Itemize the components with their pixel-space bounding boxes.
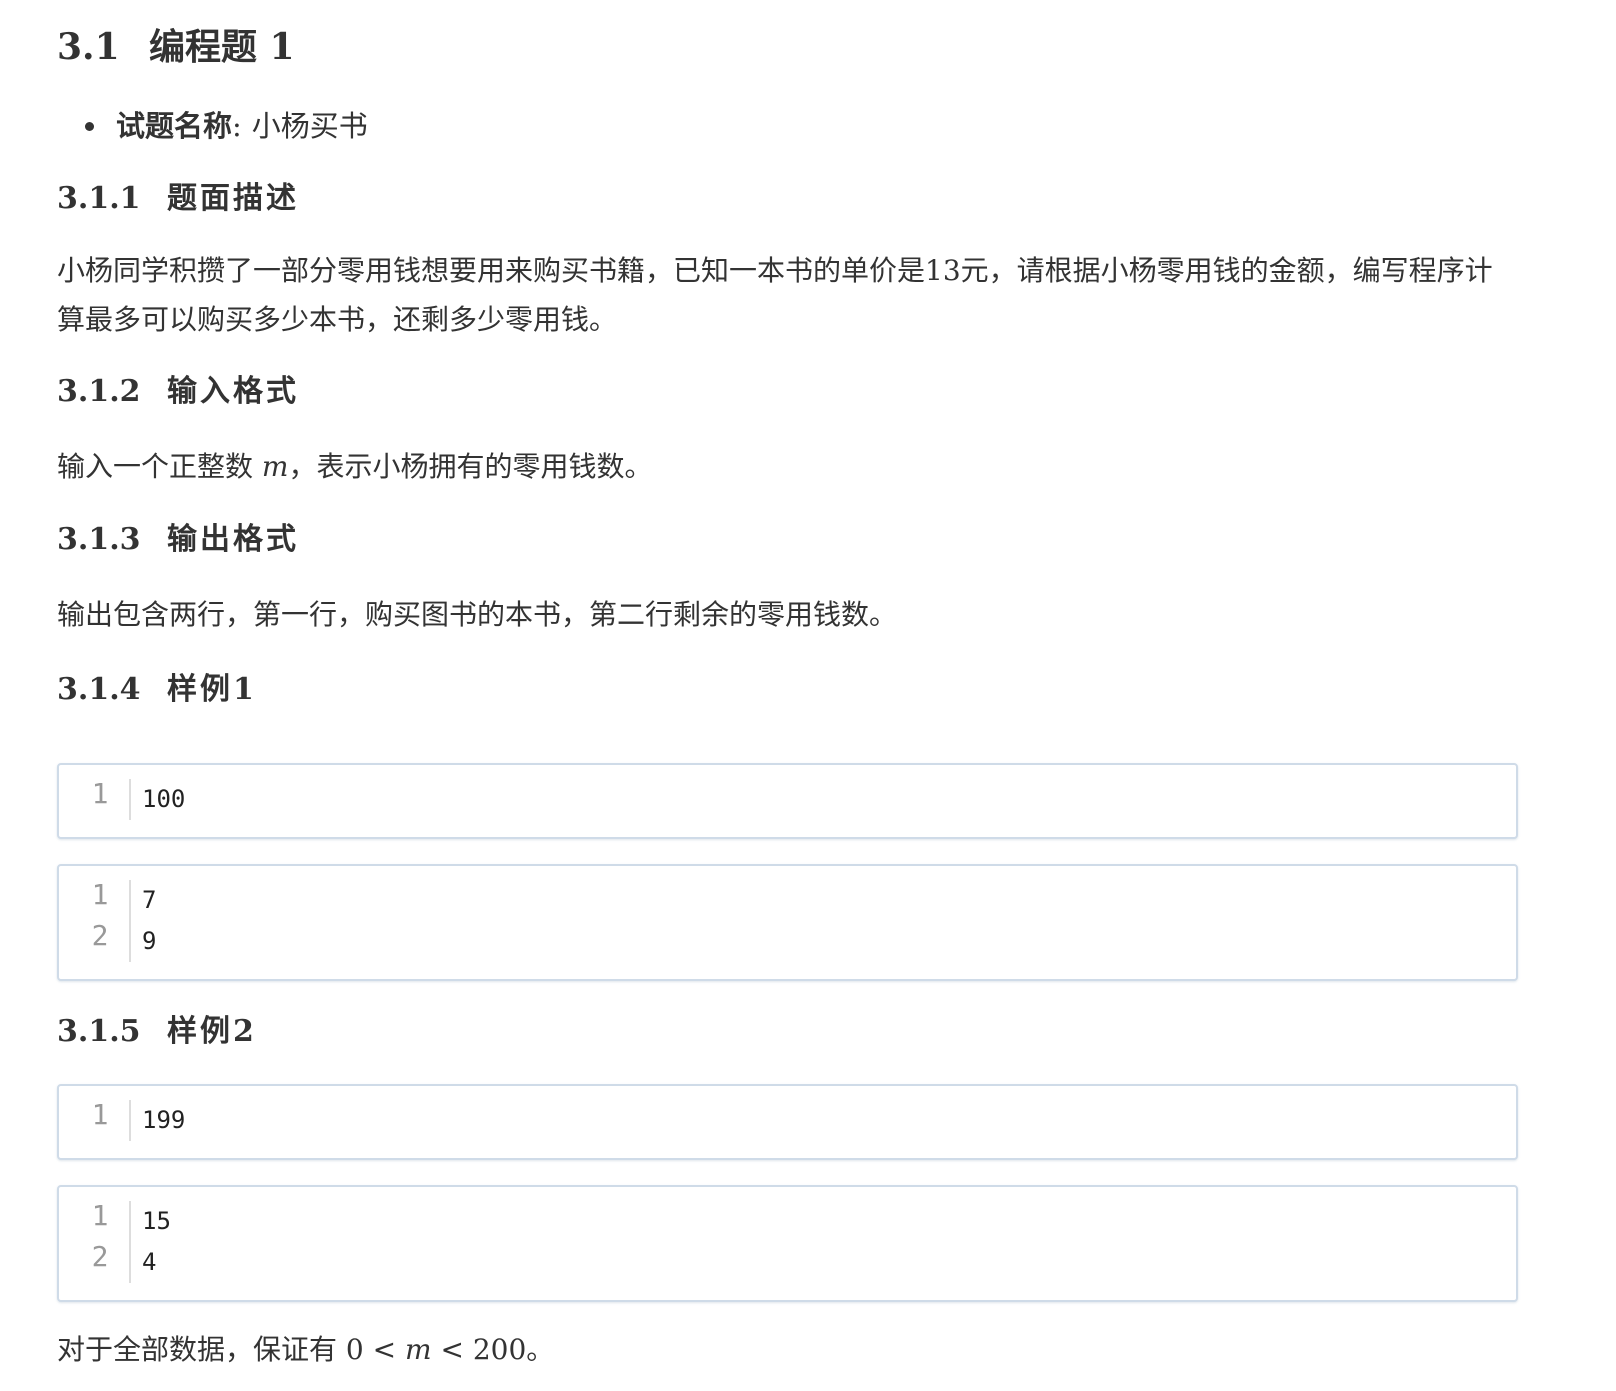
subsection-number: 3.1.2 [57,374,141,409]
code-line: 100 [142,785,186,813]
subsection-number: 3.1.4 [57,672,141,707]
subsection-number: 3.1.3 [57,522,141,557]
code-line: 4 [142,1248,157,1276]
input-paragraph: 输入一个正整数 m，表示小杨拥有的零用钱数。 [57,442,1517,491]
line-number: 1 [91,777,109,810]
math-less-than: < [363,1333,405,1366]
subsection-heading-input: 3.1.2 输入格式 [57,372,299,412]
line-number-gutter: 1 2 [79,878,131,962]
subsection-number: 3.1.5 [57,1014,141,1049]
code-lines: 100 [142,779,185,820]
subsection-heading-sample1: 3.1.4 样例1 [57,670,257,710]
line-number-gutter: 1 [79,777,131,820]
math-variable-m: m [405,1333,432,1366]
code-line: 15 [142,1207,171,1235]
constraint-paragraph: 对于全部数据，保证有 0 < m < 200。 [57,1325,1517,1374]
section-number: 3.1 [57,26,120,68]
math-less-than: < [431,1333,473,1366]
line-number: 1 [91,1199,109,1232]
subsection-heading-output: 3.1.3 输出格式 [57,520,299,560]
code-lines: 199 [142,1100,185,1141]
code-block-sample1-input[interactable]: 1 100 [57,763,1518,839]
subsection-title: 输出格式 [167,522,299,557]
bullet-icon [85,121,94,131]
line-number: 1 [91,1098,109,1131]
subsection-heading-description: 3.1.1 题面描述 [57,179,299,219]
constraint-text-before: 对于全部数据，保证有 [57,1333,346,1366]
code-line: 7 [142,886,157,914]
subsection-title: 输入格式 [167,374,299,409]
line-number: 2 [91,1240,109,1273]
math-variable-m: m [261,450,289,483]
problem-name-item: 试题名称: 小杨买书 [85,106,368,146]
input-text-after: ，表示小杨拥有的零用钱数。 [288,450,653,483]
problem-name-separator: : [232,109,242,143]
input-text-before: 输入一个正整数 [57,450,262,483]
line-number: 1 [91,878,109,911]
code-block-sample2-output[interactable]: 1 2 15 4 [57,1185,1518,1302]
code-line: 199 [142,1106,186,1134]
code-block-sample1-output[interactable]: 1 2 7 9 [57,864,1518,981]
subsection-number: 3.1.1 [57,181,141,216]
code-lines: 7 9 [142,880,156,962]
subsection-title: 样例2 [167,1014,257,1049]
math-number-high: 200 [472,1333,527,1366]
math-number-low: 0 [345,1333,364,1366]
line-number-gutter: 1 2 [79,1199,131,1283]
problem-name-value: 小杨买书 [251,109,368,143]
section-heading: 3.1 编程题 1 [57,22,295,72]
problem-name-label: 试题名称 [116,109,233,143]
line-number-gutter: 1 [79,1098,131,1141]
line-number: 2 [91,919,109,952]
description-paragraph: 小杨同学积攒了一部分零用钱想要用来购买书籍，已知一本书的单价是13元，请根据小杨… [57,254,1493,336]
section-title: 编程题 1 [149,26,295,68]
code-lines: 15 4 [142,1201,171,1283]
code-line: 9 [142,927,157,955]
code-block-sample2-input[interactable]: 1 199 [57,1084,1518,1160]
subsection-title: 题面描述 [167,181,299,216]
constraint-text-after: 。 [526,1333,555,1366]
subsection-heading-sample2: 3.1.5 样例2 [57,1012,257,1052]
subsection-title: 样例1 [167,672,257,707]
output-paragraph: 输出包含两行，第一行，购买图书的本书，第二行剩余的零用钱数。 [57,598,898,631]
